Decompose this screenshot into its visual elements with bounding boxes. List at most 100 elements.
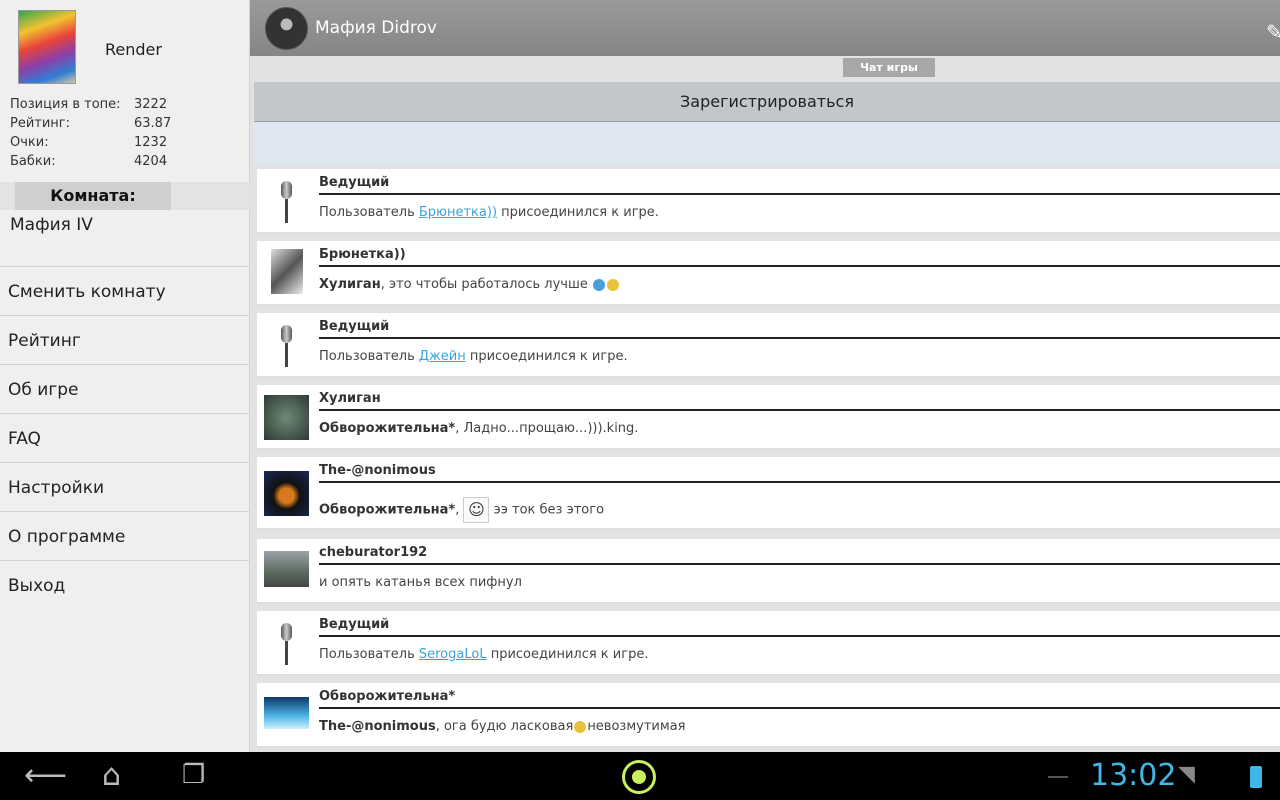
menu-item-about-program[interactable]: О программе — [0, 511, 250, 560]
stat-label: Бабки: — [10, 154, 56, 169]
text-part: , ога будю ласковая — [435, 719, 574, 734]
smiley-icon — [574, 720, 587, 733]
register-button[interactable]: Зарегистрироваться — [254, 82, 1280, 122]
menu-item-change-room[interactable]: Сменить комнату — [0, 266, 250, 315]
back-icon[interactable]: ⟵ — [24, 758, 67, 793]
divider — [319, 563, 1280, 565]
text-part: Пользователь — [319, 349, 419, 364]
sticker-icon: ☺ — [463, 497, 490, 523]
smiley-icon — [607, 278, 620, 291]
microphone-icon — [264, 179, 309, 224]
tab-game-chat[interactable]: Чат игры — [843, 58, 935, 77]
smiley-icon — [593, 278, 606, 291]
stat-row-points: Очки: 1232 — [10, 135, 230, 153]
message-author[interactable]: Ведущий — [319, 617, 389, 632]
text-part: Пользователь — [319, 205, 419, 220]
sidebar: Render Позиция в топе: 3222 Рейтинг: 63.… — [0, 0, 250, 752]
menu-item-exit[interactable]: Выход — [0, 560, 250, 609]
menu-item-rating[interactable]: Рейтинг — [0, 315, 250, 364]
user-avatar[interactable] — [271, 249, 303, 294]
menu-label: FAQ — [8, 429, 41, 449]
addressee[interactable]: Хулиган — [319, 277, 381, 292]
notification-dash-icon — [1048, 776, 1068, 778]
chat-message: Обворожительна* The-@nonimous, ога будю … — [257, 683, 1280, 747]
chat-message: The-@nonimous Обворожительна*, ☺ ээ ток … — [257, 457, 1280, 529]
message-author[interactable]: Ведущий — [319, 319, 389, 334]
text-part: присоединился к игре. — [486, 647, 649, 662]
user-avatar[interactable] — [264, 471, 309, 516]
user-link[interactable]: Брюнетка)) — [419, 205, 497, 220]
room-header-label: Комната: — [15, 182, 171, 210]
stat-row-top-position: Позиция в топе: 3222 — [10, 97, 230, 115]
message-author[interactable]: Ведущий — [319, 175, 389, 190]
divider — [319, 409, 1280, 411]
divider — [319, 635, 1280, 637]
menu-item-about-game[interactable]: Об игре — [0, 364, 250, 413]
microphone-icon — [264, 323, 309, 368]
menu-label: Об игре — [8, 380, 79, 400]
profile-name: Render — [105, 40, 162, 59]
message-text: The-@nonimous, ога будю ласковая невозмут… — [319, 719, 685, 734]
message-text: Пользователь SerogaLoL присоединился к и… — [319, 647, 648, 662]
text-part: , это чтобы работалось лучше — [380, 277, 593, 292]
user-avatar[interactable] — [264, 395, 309, 440]
message-author[interactable]: The-@nonimous — [319, 463, 436, 478]
text-part: Пользователь — [319, 647, 419, 662]
chat-message: Ведущий Пользователь Джейн присоединился… — [257, 313, 1280, 377]
room-name: Мафия IV — [10, 215, 93, 235]
menu-label: Сменить комнату — [8, 282, 166, 302]
addressee[interactable]: Обворожительна* — [319, 503, 455, 518]
stat-row-money: Бабки: 4204 — [10, 154, 230, 172]
stat-value: 1232 — [134, 135, 168, 150]
chat-message: Брюнетка)) Хулиган, это чтобы работалось… — [257, 241, 1280, 305]
message-text: Обворожительна*, ☺ ээ ток без этого — [319, 497, 604, 523]
text-part: присоединился к игре. — [497, 205, 659, 220]
message-text: и опять катанья всех пифнул — [319, 575, 522, 590]
launcher-icon[interactable] — [622, 760, 656, 794]
addressee[interactable]: Обворожительна* — [319, 421, 455, 436]
stat-value: 4204 — [134, 154, 168, 169]
room-header: Комната: — [0, 182, 250, 210]
text-part: , Ладно...прощаю...))).king. — [455, 421, 639, 436]
pencil-icon[interactable]: ✎ — [1266, 20, 1280, 44]
addressee[interactable]: The-@nonimous — [319, 719, 436, 734]
text-part: ээ ток без этого — [489, 502, 605, 518]
game-avatar[interactable] — [265, 7, 308, 50]
user-avatar[interactable] — [264, 697, 309, 729]
microphone-icon — [264, 621, 309, 666]
user-link[interactable]: Джейн — [419, 349, 466, 364]
message-author[interactable]: Хулиган — [319, 391, 381, 406]
menu-label: Настройки — [8, 478, 105, 498]
text-part: присоединился к игре. — [465, 349, 628, 364]
divider — [319, 193, 1280, 195]
stat-label: Очки: — [10, 135, 49, 150]
chat-message: cheburator192 и опять катанья всех пифну… — [257, 539, 1280, 603]
stat-label: Рейтинг: — [10, 116, 71, 131]
message-author[interactable]: Обворожительна* — [319, 689, 455, 704]
game-title: Мафия Didrov — [315, 18, 437, 38]
user-avatar[interactable] — [264, 551, 309, 587]
menu-item-settings[interactable]: Настройки — [0, 462, 250, 511]
text-part: , — [455, 502, 464, 518]
divider — [319, 707, 1280, 709]
message-author[interactable]: cheburator192 — [319, 545, 427, 560]
message-text: Пользователь Брюнетка)) присоединился к … — [319, 205, 659, 220]
status-clock[interactable]: 13:02 — [1090, 758, 1176, 793]
stat-value: 3222 — [134, 97, 168, 112]
chat-message: Хулиган Обворожительна*, Ладно...прощаю.… — [257, 385, 1280, 449]
info-strip — [254, 122, 1280, 166]
menu-label: О программе — [8, 527, 126, 547]
message-text: Хулиган, это чтобы работалось лучше — [319, 277, 620, 292]
message-text: Обворожительна*, Ладно...прощаю...))).ki… — [319, 421, 638, 436]
menu-item-faq[interactable]: FAQ — [0, 413, 250, 462]
profile-avatar[interactable] — [18, 10, 76, 84]
divider — [319, 337, 1280, 339]
wifi-icon: ◥ — [1178, 762, 1195, 787]
stat-value: 63.87 — [134, 116, 172, 131]
recent-apps-icon[interactable]: ❐ — [182, 760, 205, 790]
message-author[interactable]: Брюнетка)) — [319, 247, 406, 262]
user-link[interactable]: SerogaLoL — [419, 647, 487, 662]
text-part: невозмутимая — [587, 719, 686, 734]
home-icon[interactable]: ⌂ — [102, 758, 121, 793]
menu-label: Выход — [8, 576, 66, 596]
